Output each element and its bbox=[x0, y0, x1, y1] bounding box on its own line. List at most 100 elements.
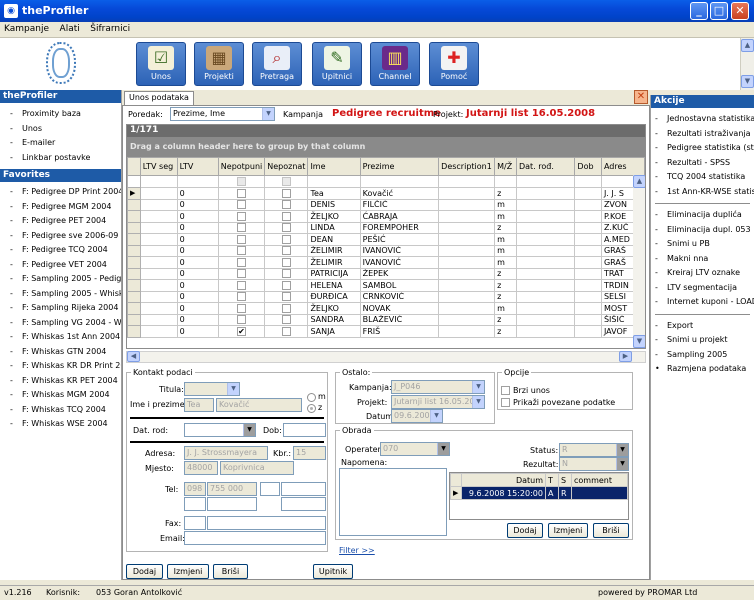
table-cell[interactable] bbox=[264, 221, 309, 234]
table-cell[interactable] bbox=[515, 187, 576, 200]
table-cell[interactable] bbox=[217, 313, 266, 326]
filter-cell[interactable] bbox=[515, 175, 576, 188]
operater-select[interactable]: 070 ▼ bbox=[380, 442, 450, 456]
action-item[interactable]: - Snimi u PB bbox=[651, 237, 754, 252]
table-cell[interactable] bbox=[515, 244, 576, 257]
favorite-item[interactable]: - F: Pedigree TCQ 2004 bbox=[0, 243, 121, 258]
dat-rod-picker[interactable]: ▼ bbox=[184, 423, 256, 437]
column-header-nepoznat[interactable]: Nepoznat bbox=[264, 157, 309, 176]
row-checkbox[interactable] bbox=[281, 223, 291, 233]
table-cell[interactable] bbox=[438, 256, 496, 269]
table-cell[interactable]: 0 bbox=[176, 313, 219, 326]
filter-row[interactable] bbox=[127, 175, 645, 188]
table-row[interactable]: 0 LINDA FOREMPOHER z Z.KUČ bbox=[127, 221, 645, 234]
row-checkbox[interactable] bbox=[281, 257, 291, 267]
table-cell[interactable]: ĐURĐICA bbox=[307, 290, 361, 303]
titula-select[interactable]: ▼ bbox=[184, 382, 240, 396]
favorite-item[interactable]: - F: Whiskas TCQ 2004 bbox=[0, 403, 121, 418]
favorite-item[interactable]: - F: Sampling Rijeka 2004 - bbox=[0, 301, 121, 316]
table-cell[interactable] bbox=[515, 279, 576, 292]
menu-alati[interactable]: Alati bbox=[56, 22, 84, 36]
ime-field[interactable]: Tea bbox=[184, 398, 214, 412]
scroll-right-icon[interactable]: ▶ bbox=[619, 351, 632, 362]
table-cell[interactable]: 0 bbox=[176, 279, 219, 292]
table-row[interactable]: 0 ŽELIMIR IVANOVIĆ m GRAŠ bbox=[127, 244, 645, 257]
table-cell[interactable] bbox=[139, 267, 178, 280]
filter-checkbox[interactable] bbox=[281, 177, 291, 186]
favorite-item[interactable]: - F: Whiskas WSE 2004 bbox=[0, 417, 121, 432]
action-item[interactable]: • Razmjena podataka bbox=[651, 362, 754, 377]
toolbar-projekti-button[interactable]: ▦ Projekti bbox=[194, 42, 244, 86]
column-header-nepotpuni[interactable]: Nepotpuni bbox=[217, 157, 266, 176]
col-datum[interactable]: Datum bbox=[461, 473, 546, 487]
action-item[interactable]: -1st Ann-KR-WSE statis bbox=[651, 185, 754, 200]
table-cell[interactable]: z bbox=[494, 267, 517, 280]
prikazi-povezane-checkbox[interactable] bbox=[501, 398, 510, 407]
tel-number-field[interactable]: 755 000 bbox=[207, 482, 257, 496]
favorite-item[interactable]: - F: Whiskas 1st Ann 2004 bbox=[0, 330, 121, 345]
toolbar-upitnici-button[interactable]: ✎ Upitnici bbox=[312, 42, 362, 86]
window-titlebar[interactable]: ◉ theProfiler _ □ ✕ bbox=[0, 0, 754, 22]
ostalo-projekt-select[interactable]: Jutarnji list 16.05.2008 ▼ bbox=[391, 395, 485, 409]
table-cell[interactable]: LINDA bbox=[307, 221, 361, 234]
table-cell[interactable] bbox=[217, 210, 266, 223]
table-cell[interactable]: ŽELIMIR bbox=[307, 256, 361, 269]
table-cell[interactable]: ✔ bbox=[217, 325, 266, 338]
table-cell[interactable] bbox=[515, 313, 576, 326]
row-checkbox[interactable] bbox=[281, 280, 291, 290]
table-cell[interactable]: FRIŠ bbox=[359, 325, 440, 338]
table-cell[interactable] bbox=[438, 279, 496, 292]
filter-cell[interactable] bbox=[139, 175, 178, 188]
table-cell[interactable] bbox=[264, 187, 309, 200]
table-cell[interactable] bbox=[264, 279, 309, 292]
brisi-button[interactable]: Briši bbox=[213, 564, 248, 579]
table-cell[interactable] bbox=[574, 210, 602, 223]
fax-number-field[interactable] bbox=[207, 516, 326, 530]
nav-item-emailer[interactable]: - E-mailer bbox=[0, 136, 121, 151]
row-checkbox[interactable] bbox=[281, 326, 291, 336]
table-cell[interactable] bbox=[438, 210, 496, 223]
upitnik-button[interactable]: Upitnik bbox=[313, 564, 353, 579]
favorite-item[interactable]: - F: Whiskas MGM 2004 bbox=[0, 388, 121, 403]
row-checkbox[interactable] bbox=[281, 303, 291, 313]
favorite-item[interactable]: - F: Pedigree sve 2006-09 bbox=[0, 229, 121, 244]
table-row[interactable]: 0 HELENA SAMBOL z TRDIN bbox=[127, 279, 645, 292]
table-cell[interactable] bbox=[574, 244, 602, 257]
table-cell[interactable] bbox=[438, 221, 496, 234]
scroll-down-icon[interactable]: ▼ bbox=[741, 75, 754, 88]
table-cell[interactable] bbox=[438, 325, 496, 338]
table-cell[interactable]: z bbox=[494, 221, 517, 234]
action-item[interactable]: - Pedigree statistika (sta bbox=[651, 141, 754, 156]
adresa-field[interactable]: J. J. Strossmayera bbox=[184, 446, 268, 460]
column-header-ltv[interactable]: LTV bbox=[176, 157, 219, 176]
table-cell[interactable]: ĆABRAJA bbox=[359, 210, 440, 223]
table-cell[interactable] bbox=[139, 313, 178, 326]
column-header-dat-rod[interactable]: Dat. rođ. bbox=[515, 157, 576, 176]
tel-prefix-field[interactable]: 098 bbox=[184, 482, 206, 496]
favorite-item[interactable]: - F: Pedigree MGM 2004 bbox=[0, 200, 121, 215]
table-cell[interactable]: IVANOVIĆ bbox=[359, 256, 440, 269]
table-cell[interactable]: 0 bbox=[176, 210, 219, 223]
rezultat-select[interactable]: N ▼ bbox=[559, 457, 629, 471]
table-cell[interactable]: z bbox=[494, 290, 517, 303]
row-checkbox[interactable] bbox=[237, 223, 247, 233]
table-cell[interactable] bbox=[574, 313, 602, 326]
status-select[interactable]: R ▼ bbox=[559, 443, 629, 457]
filter-cell[interactable] bbox=[217, 175, 266, 188]
table-cell[interactable] bbox=[139, 187, 178, 200]
toolbar-channel-button[interactable]: ▥ Channel bbox=[370, 42, 420, 86]
table-cell[interactable] bbox=[217, 198, 266, 211]
gender-z-radio[interactable] bbox=[307, 404, 316, 413]
action-item[interactable]: - Eliminacija dupl. 053 bbox=[651, 223, 754, 238]
table-cell[interactable] bbox=[139, 279, 178, 292]
tel2-number-field[interactable] bbox=[281, 482, 326, 496]
table-cell[interactable] bbox=[217, 187, 266, 200]
favorite-item[interactable]: - F: Pedigree PET 2004 bbox=[0, 214, 121, 229]
table-cell[interactable] bbox=[574, 267, 602, 280]
table-cell[interactable] bbox=[515, 302, 576, 315]
izmjeni-button[interactable]: Izmjeni bbox=[167, 564, 209, 579]
table-row[interactable]: 0 DENIS FILČIĆ m ZVON bbox=[127, 198, 645, 211]
table-cell[interactable]: BLAŽEVIĆ bbox=[359, 313, 440, 326]
action-item[interactable]: - Rezultati - SPSS bbox=[651, 156, 754, 171]
filter-checkbox[interactable] bbox=[237, 177, 247, 186]
